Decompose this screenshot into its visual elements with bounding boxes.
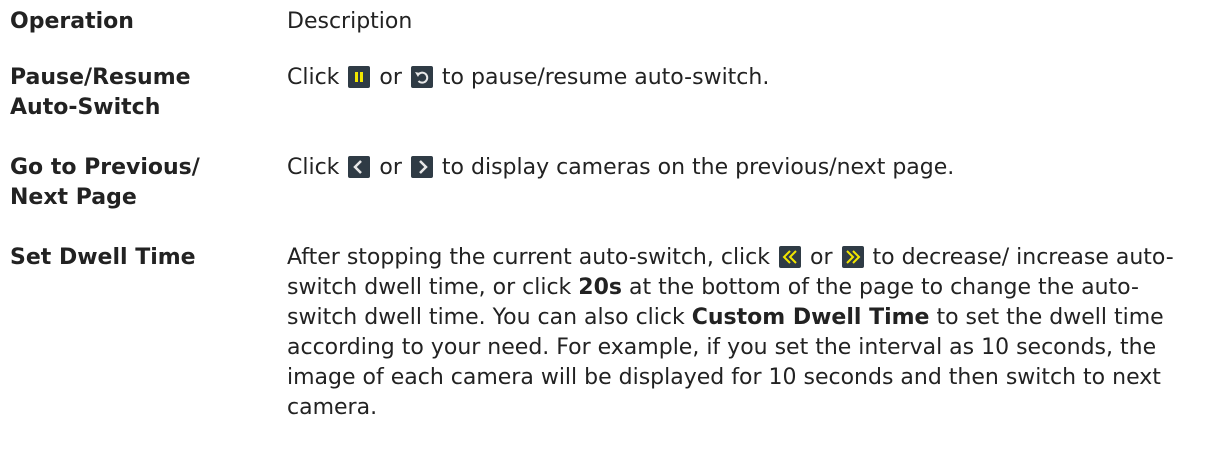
- custom-dwell-time-label: Custom Dwell Time: [691, 305, 930, 330]
- operation-cell: Set Dwell Time: [10, 245, 196, 270]
- operation-cell: Go to Previous/ Next Page: [10, 153, 270, 213]
- description-cell: Click or to pause/resume auto-switch.: [287, 63, 1202, 93]
- desc-text: to display cameras on the previous/next …: [434, 155, 955, 180]
- operation-label-line1: Go to Previous/: [10, 155, 200, 180]
- operation-table: Operation Description Pause/Resume Auto-…: [0, 0, 1210, 469]
- operation-label-line2: Next Page: [10, 185, 137, 210]
- resume-icon: [410, 66, 433, 88]
- operation-cell: Pause/Resume Auto-Switch: [10, 63, 270, 123]
- double-chevron-left-icon: [779, 246, 801, 268]
- desc-text: or: [372, 155, 409, 180]
- pause-icon: [348, 66, 371, 88]
- desc-text: Click: [287, 155, 347, 180]
- description-cell: After stopping the current auto-switch, …: [287, 243, 1202, 423]
- chevron-right-icon: [410, 156, 433, 178]
- desc-text: Click: [287, 65, 347, 90]
- operation-label-line2: Auto-Switch: [10, 95, 161, 120]
- double-chevron-right-icon: [841, 246, 864, 268]
- header-operation: Operation: [10, 9, 134, 34]
- dwell-20s-label: 20s: [578, 275, 622, 300]
- desc-text: or: [372, 65, 409, 90]
- header-description: Description: [287, 9, 413, 34]
- desc-text: or: [803, 245, 840, 270]
- operation-label-line1: Pause/Resume: [10, 65, 191, 90]
- description-cell: Click or to display cameras on the previ…: [287, 153, 1202, 183]
- desc-text: to pause/resume auto-switch.: [434, 65, 770, 90]
- desc-text: After stopping the current auto-switch, …: [287, 245, 777, 270]
- chevron-left-icon: [348, 156, 371, 178]
